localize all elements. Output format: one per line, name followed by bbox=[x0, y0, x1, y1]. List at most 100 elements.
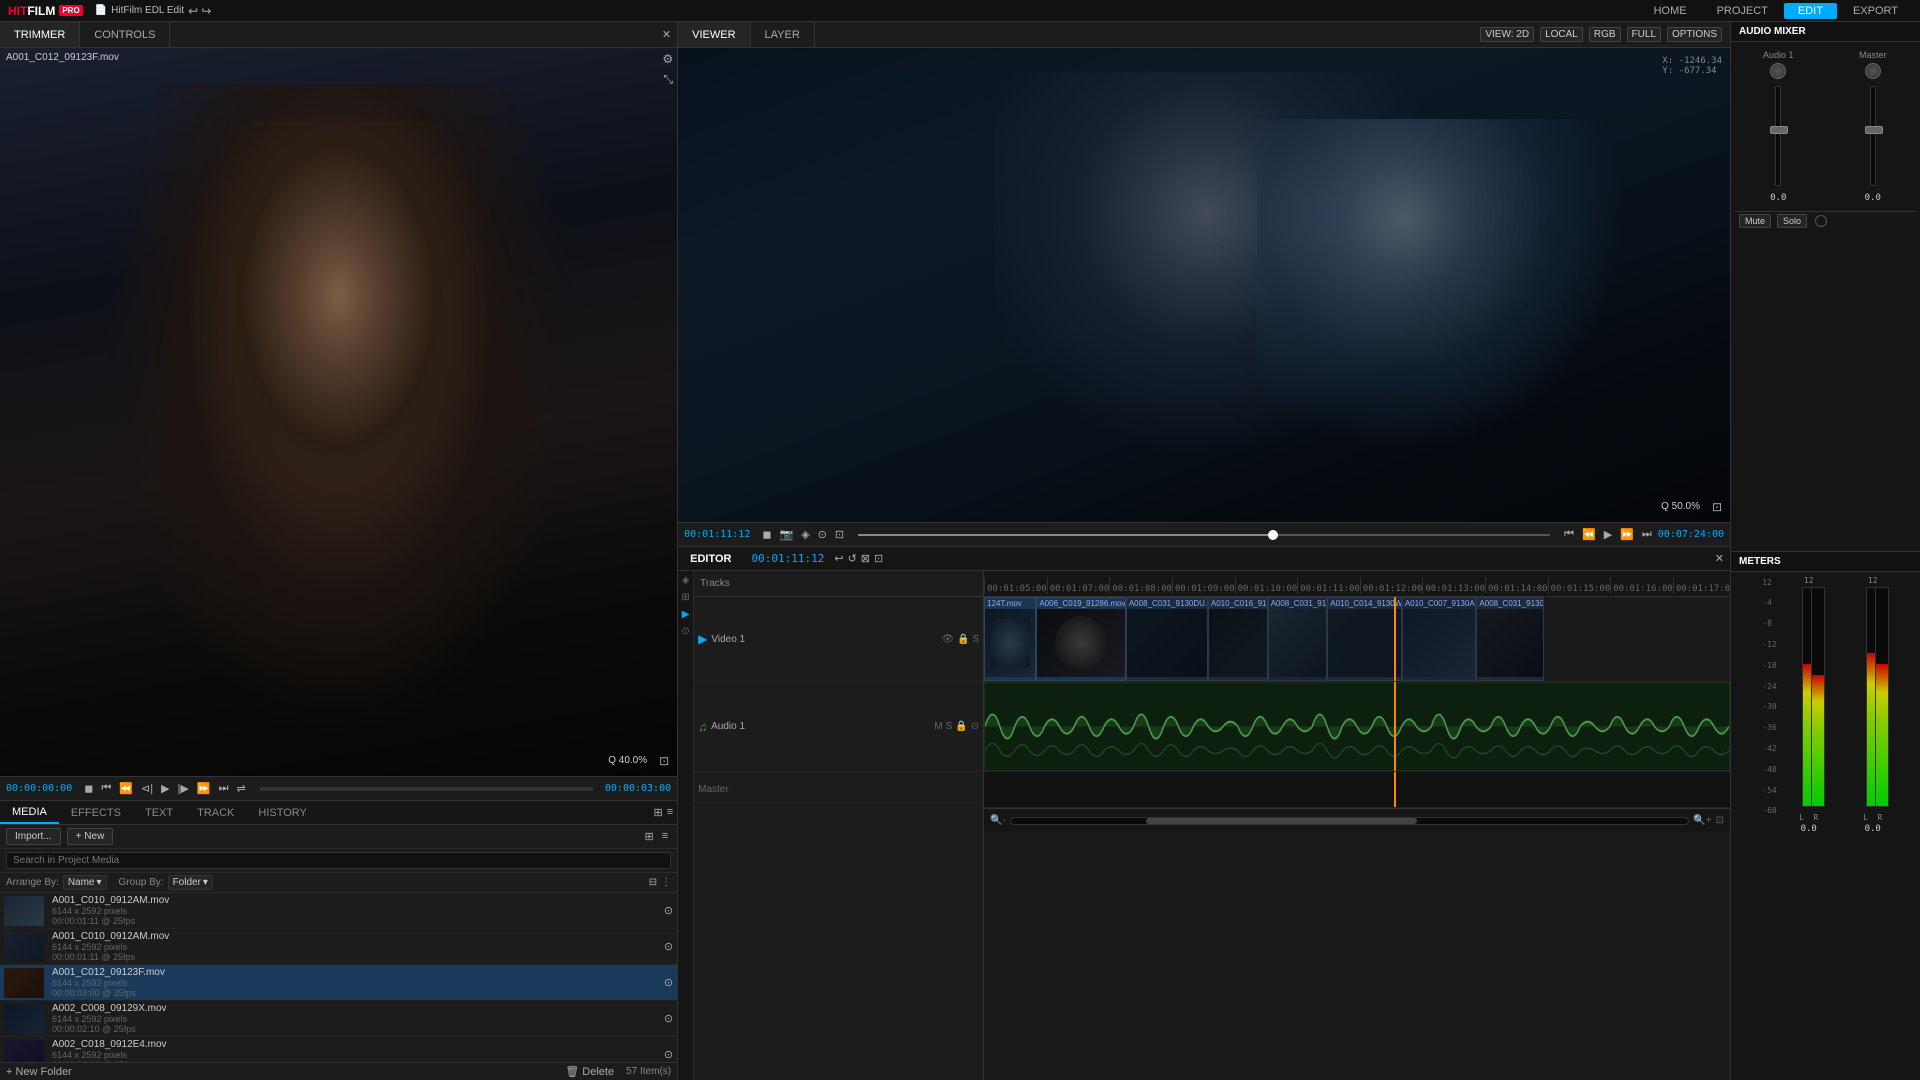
side-tool-3[interactable]: ▶ bbox=[682, 609, 690, 620]
viewer-display-select[interactable]: FULL bbox=[1627, 27, 1661, 42]
media-list-item[interactable]: A001_C010_0912AM.mov 6144 x 2592 pixels … bbox=[0, 893, 677, 929]
video-clip-3[interactable]: A010_C016_9133U.mov bbox=[1208, 597, 1268, 681]
media-tab-text[interactable]: TEXT bbox=[133, 801, 185, 824]
editor-snap-icon[interactable]: ⊠ bbox=[861, 552, 870, 565]
timeline-scroll-thumb[interactable] bbox=[1146, 818, 1417, 824]
media-search-input[interactable] bbox=[6, 852, 671, 869]
timeline-scrollbar-area[interactable]: 🔍- 🔍+ ⊡ bbox=[984, 808, 1730, 832]
trimmer-fit-icon[interactable]: ⊡ bbox=[659, 754, 669, 768]
audio-clip-0[interactable] bbox=[984, 682, 1730, 771]
viewer-stop-btn[interactable]: ◼ bbox=[760, 528, 773, 541]
editor-close-icon[interactable]: ✕ bbox=[1709, 552, 1730, 565]
media-list-item[interactable]: A002_C018_0912E4.mov 6144 x 2592 pixels … bbox=[0, 1037, 677, 1062]
new-button[interactable]: + New bbox=[67, 828, 114, 845]
editor-ripple-icon[interactable]: ⊡ bbox=[874, 552, 883, 565]
timeline-tracks-area[interactable]: 00:01:05:00 00:01:07:00 00:01:08:00 00:0… bbox=[984, 571, 1730, 1080]
trimmer-mark-out-btn[interactable]: |▶ bbox=[176, 782, 191, 795]
audio-track-mute-icon[interactable]: M bbox=[934, 721, 942, 732]
viewer-ffwd-btn[interactable]: ⏭ bbox=[1640, 528, 1654, 541]
nav-tab-export[interactable]: EXPORT bbox=[1839, 3, 1912, 19]
audio1-fader-thumb[interactable] bbox=[1770, 126, 1788, 134]
viewer-scrubbar[interactable] bbox=[858, 534, 1550, 536]
video-track-solo-icon[interactable]: S bbox=[972, 634, 979, 645]
import-button[interactable]: Import... bbox=[6, 828, 61, 845]
trimmer-rewind-btn[interactable]: ⏮ bbox=[99, 782, 113, 795]
media-options-icon[interactable]: ⋮ bbox=[661, 877, 671, 888]
timeline-fit-icon[interactable]: ⊡ bbox=[1716, 815, 1724, 826]
media-view-list-icon[interactable]: ≡ bbox=[667, 806, 673, 819]
editor-redo-icon[interactable]: ↺ bbox=[848, 552, 857, 565]
master-fader-track[interactable] bbox=[1870, 86, 1876, 186]
viewer-cam-btn[interactable]: 📷 bbox=[778, 528, 796, 541]
trimmer-play-btn[interactable]: ▶ bbox=[159, 782, 171, 795]
viewer-tab-viewer[interactable]: VIEWER bbox=[678, 22, 750, 47]
media-tab-track[interactable]: TRACK bbox=[185, 801, 246, 824]
video-clip-7[interactable]: A008_C031_9130U.mov bbox=[1476, 597, 1543, 681]
viewer-prev-btn[interactable]: ⏪ bbox=[1580, 528, 1598, 541]
solo-button[interactable]: Solo bbox=[1777, 214, 1807, 228]
nav-tab-project[interactable]: PROJECT bbox=[1703, 3, 1782, 19]
trimmer-scrubbar[interactable] bbox=[260, 787, 593, 791]
trimmer-prev-frame-btn[interactable]: ⏪ bbox=[117, 782, 135, 795]
timeline-scrollbar[interactable] bbox=[1010, 817, 1689, 825]
media-view-grid-icon[interactable]: ⊞ bbox=[653, 806, 662, 819]
media-filter-icon[interactable]: ⊟ bbox=[649, 877, 657, 888]
viewer-marker-btn[interactable]: ◈ bbox=[799, 528, 811, 541]
audio-track-area[interactable] bbox=[984, 682, 1730, 772]
trimmer-close-icon[interactable]: ✕ bbox=[656, 28, 677, 41]
master-fader-thumb[interactable] bbox=[1865, 126, 1883, 134]
media-list-item[interactable]: A001_C010_0912AM.mov 6144 x 2592 pixels … bbox=[0, 929, 677, 965]
nav-tab-home[interactable]: HOME bbox=[1640, 3, 1701, 19]
new-folder-btn[interactable]: + New Folder bbox=[6, 1066, 72, 1078]
delete-btn[interactable]: 🗑 Delete bbox=[565, 1065, 614, 1078]
side-tool-2[interactable]: ⊞ bbox=[681, 592, 689, 603]
video-track-eye-icon[interactable]: 👁 bbox=[941, 634, 954, 645]
nav-tab-edit[interactable]: EDIT bbox=[1784, 3, 1837, 19]
trimmer-loop-btn[interactable]: ⇌ bbox=[234, 782, 247, 795]
video-clip-6[interactable]: A010_C007_9130AS.mov bbox=[1402, 597, 1477, 681]
audio-track-lock-icon[interactable]: 🔒 bbox=[955, 721, 967, 732]
trimmer-stop-btn[interactable]: ◼ bbox=[82, 782, 95, 795]
video-clip-5[interactable]: A010_C014_9130WV.mov bbox=[1327, 597, 1402, 681]
media-list-item[interactable]: A002_C008_09129X.mov 6144 x 2592 pixels … bbox=[0, 1001, 677, 1037]
viewer-rewind-btn[interactable]: ⏮ bbox=[1562, 528, 1576, 541]
video-clip-2[interactable]: A008_C031_9130DU.mov bbox=[1126, 597, 1208, 681]
redo-icon[interactable]: ↪ bbox=[201, 4, 211, 18]
group-value-select[interactable]: Folder ▾ bbox=[168, 875, 213, 890]
viewer-channel-select[interactable]: RGB bbox=[1589, 27, 1621, 42]
video-clip-0[interactable]: 124T.mov bbox=[984, 597, 1036, 681]
media-tab-media[interactable]: MEDIA bbox=[0, 801, 59, 824]
video-track-area[interactable]: 124T.mov A006_C019_91286.mov bbox=[984, 597, 1730, 682]
mute-button[interactable]: Mute bbox=[1739, 214, 1771, 228]
trimmer-next-frame-btn[interactable]: ⏩ bbox=[195, 782, 213, 795]
trimmer-mark-in-btn[interactable]: ⊲| bbox=[139, 782, 155, 795]
audio1-fader-track[interactable] bbox=[1775, 86, 1781, 186]
media-grid-view-btn[interactable]: ⊞ bbox=[641, 829, 656, 844]
viewer-options-select[interactable]: OPTIONS bbox=[1667, 27, 1722, 42]
trimmer-settings-icon[interactable]: ⚙ bbox=[662, 52, 673, 66]
arrange-value-select[interactable]: Name ▾ bbox=[63, 875, 107, 890]
video-clip-1[interactable]: A006_C019_91286.mov bbox=[1036, 597, 1126, 681]
viewer-ripple-btn[interactable]: ⊡ bbox=[833, 528, 846, 541]
audio1-pan-knob[interactable] bbox=[1770, 63, 1786, 79]
viewer-fit-icon[interactable]: ⊡ bbox=[1712, 500, 1722, 514]
video-clip-4[interactable]: A008_C031_9130DU.mov bbox=[1268, 597, 1328, 681]
viewer-snap-btn[interactable]: ⊙ bbox=[816, 528, 829, 541]
trimmer-tab-trimmer[interactable]: TRIMMER bbox=[0, 22, 80, 47]
undo-icon[interactable]: ↩ bbox=[188, 4, 198, 18]
viewer-play-btn[interactable]: ▶ bbox=[1602, 528, 1614, 541]
audio-track-solo-icon[interactable]: S bbox=[946, 721, 953, 732]
media-list-item-selected[interactable]: A001_C012_09123F.mov 6144 x 2592 pixels … bbox=[0, 965, 677, 1001]
audio-track-vol-icon[interactable]: ⊙ bbox=[971, 721, 979, 732]
viewer-view-mode-select[interactable]: VIEW: 2D bbox=[1480, 27, 1534, 42]
viewer-scrubhead[interactable] bbox=[1268, 530, 1278, 540]
video-track-lock-icon[interactable]: 🔒 bbox=[957, 634, 969, 645]
editor-undo-icon[interactable]: ↩ bbox=[834, 552, 843, 565]
media-tab-history[interactable]: HISTORY bbox=[246, 801, 319, 824]
media-list-view-btn[interactable]: ≡ bbox=[659, 829, 671, 844]
viewer-next-btn[interactable]: ⏩ bbox=[1618, 528, 1636, 541]
side-tool-1[interactable]: ◈ bbox=[682, 575, 690, 586]
side-tool-4[interactable]: ⊙ bbox=[681, 626, 689, 637]
viewer-color-mode-select[interactable]: LOCAL bbox=[1540, 27, 1583, 42]
master-pan-knob[interactable] bbox=[1865, 63, 1881, 79]
